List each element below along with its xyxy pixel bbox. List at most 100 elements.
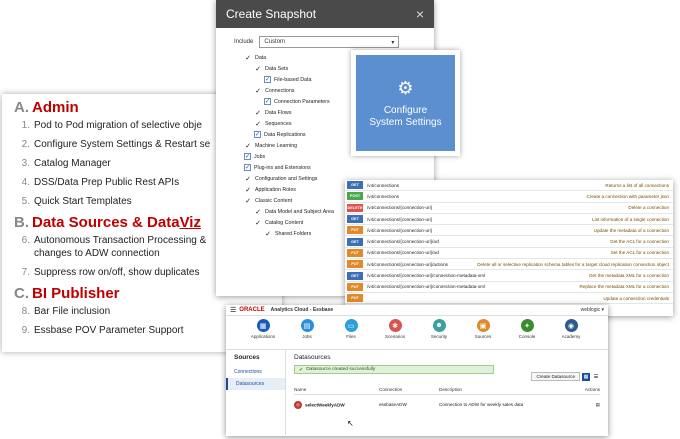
item-number: 3. [21,158,30,169]
check-icon[interactable]: ✓ [244,186,252,194]
table-row[interactable]: PUT/v4/connections/{connection-uri} Updat… [345,225,673,237]
check-icon[interactable]: ✓ [254,120,262,128]
check-icon[interactable]: ✓ [254,219,262,227]
sidebar-item-connections[interactable]: Connections [234,366,285,378]
nav-item-security[interactable]: ☻ Security [424,319,454,349]
dialog-title: Create Snapshot [226,7,317,21]
page: A. Admin 1. Pod to Pod migration of selecti… [0,0,680,439]
close-icon[interactable]: × [416,6,424,22]
checkbox-icon[interactable]: ✓ [244,164,251,171]
check-icon[interactable]: ✓ [264,230,272,238]
nav-item-console[interactable]: ✦ Console [512,319,542,349]
endpoint-path: /v4/connections/{connection-uri} [367,216,433,222]
item-text: Suppress row on/off, show duplicates [34,267,200,278]
content-body: Sources Connections Datasources Datasour… [226,350,608,435]
tree-item-label: Data [255,54,267,61]
nav-item-jobs[interactable]: ▤ Jobs [292,319,322,349]
configure-system-settings-tile[interactable]: ⚙ Configure System Settings [356,55,455,151]
nav-item-sources[interactable]: ▣ Sources [468,319,498,349]
menu-icon[interactable]: ☰ [230,306,236,314]
col-connection: Connection [379,387,403,392]
check-icon[interactable]: ✓ [254,65,262,73]
checkbox-icon[interactable]: ✓ [244,153,251,160]
nav-label: Console [518,334,536,339]
item-text: Bar File inclusion [34,306,111,317]
section-title: Admin [32,99,79,116]
table-row[interactable]: DELETE/v4/connections/{connection-uri} De… [345,203,673,214]
sources-sidebar: Sources Connections Datasources [226,350,286,435]
item-number: 9. [21,325,30,336]
check-icon[interactable]: ✓ [244,142,252,150]
check-icon[interactable]: ✓ [254,208,262,216]
table-row[interactable]: PUT/v4/connections/{connection-uri}/conn… [345,282,673,293]
list-view-icon[interactable]: ☰ [592,373,600,381]
mouse-cursor-icon: ↖ [347,419,354,428]
tree-item-label: File-based Data [274,76,312,83]
tree-item[interactable]: ✓ Plug-ins and Extensions [216,162,434,173]
endpoint-description: Delete a connection [628,205,669,211]
toolbar: Create Datasource ▦ ☰ [294,372,600,381]
row-actions-icon[interactable]: ▤ [578,402,600,408]
table-row[interactable]: PUT/v4/connections/{connection-uri}/acti… [345,259,673,271]
row-name-cell: ◎ selectWeeklyADW [294,400,379,409]
method-badge: DELETE [347,203,363,212]
section-letter: C. [14,285,29,302]
user-menu[interactable]: weblogic ▾ [581,307,604,313]
col-name: Name [294,387,307,392]
table-row[interactable]: GET/v4/connections/{connection-uri}/acl G… [345,236,673,248]
include-select[interactable]: Custom ▾ [259,36,400,48]
section-title: Data Sources & Data [32,214,180,231]
security-icon: ☻ [432,319,446,332]
sidebar-item-datasources[interactable]: Datasources [226,378,285,390]
tree-item-label: Data Flows [265,109,292,116]
table-row[interactable]: PUT/v4/connections/{connection-uri}/acl S… [345,248,673,260]
table-row[interactable]: GET/v4/connections/{connection-uri}/conn… [345,270,673,282]
toast-text: Datasource created successfully [306,367,376,372]
endpoint-description: List information of a single connection [592,216,669,222]
tree-item-label: Data Model and Subject Area [265,208,334,215]
table-row[interactable]: ◎ selectWeeklyADW essbaseADW Connection t… [294,399,600,410]
tree-item-label: Connections [265,87,295,94]
method-badge: GET [347,215,363,224]
check-icon[interactable]: ✓ [254,109,262,117]
tree-item-label: Sequences [265,120,292,127]
method-badge: GET [347,237,363,246]
row-connection: essbaseADW [379,402,407,407]
method-badge: PUT [347,248,363,257]
tree-item-label: Machine Learning [255,142,298,149]
tree-item-label: Application Roles [255,186,296,193]
nav-item-academy[interactable]: ◉ Academy [556,319,586,349]
nav-label: Academy [561,334,581,339]
table-row[interactable]: GET/v4/connections Returns a list of all … [345,180,673,192]
nav-item-files[interactable]: ▭ Files [336,319,366,349]
endpoint-description: Returns a list of all connections [605,182,669,188]
jobs-icon: ▤ [300,319,314,332]
tile-label: Configure System Settings [369,104,442,128]
table-row[interactable]: POST/v4/connections Create a connection w… [345,191,673,203]
tile-view-icon[interactable]: ▦ [582,372,590,381]
method-badge: PUT [347,294,363,303]
create-datasource-button[interactable]: Create Datasource [531,372,580,381]
endpoint-description: Get the metadata XML for a connection [588,273,669,279]
method-badge: PUT [347,282,363,291]
academy-icon: ◉ [564,319,578,332]
section-letter: B. [14,214,29,231]
checkbox-icon[interactable]: ✓ [264,98,271,105]
app-name: Analytics Cloud - Essbase [270,307,334,313]
checkbox-icon[interactable]: ✓ [254,131,261,138]
check-icon[interactable]: ✓ [244,197,252,205]
analytics-cloud-window: ☰ ORACLE Analytics Cloud - Essbase weblo… [226,305,608,436]
tree-item-label: Data Sets [265,65,289,72]
table-row[interactable]: PUT Update a connection credentials [345,293,673,305]
tree-item-label: Shared Folders [275,230,312,237]
table-row[interactable]: GET/v4/connections/{connection-uri} List … [345,214,673,226]
check-icon[interactable]: ✓ [244,54,252,62]
check-icon[interactable]: ✓ [244,175,252,183]
check-icon[interactable]: ✓ [254,87,262,95]
checkbox-icon[interactable]: ✓ [264,76,271,83]
tree-item-label: Data Replications [264,131,306,138]
endpoint-description: Update the metadata of a connection [593,227,669,233]
nav-item-scenarios[interactable]: ✱ Scenarios [380,319,410,349]
nav-item-applications[interactable]: ▦ Applications [248,319,278,349]
endpoint-path: /v4/connections/{connection-uri}/connect… [367,284,485,290]
